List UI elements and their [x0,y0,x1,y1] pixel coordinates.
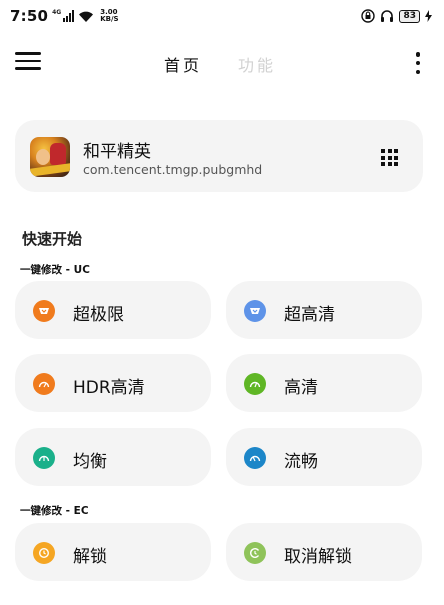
speed-unit: KB/S [100,15,119,23]
smooth-button[interactable]: 流畅 [226,428,422,486]
top-nav: 首页 功能 [0,44,444,80]
extreme-label: 超极限 [73,305,124,325]
game-app-icon [30,137,70,177]
unlock-icon [33,542,55,564]
ultra-hd-label: 超高清 [284,305,335,325]
gauge-icon [244,447,266,469]
cancel-unlock-icon [244,542,266,564]
clock: 7:50 [10,7,49,25]
tab-home[interactable]: 首页 [164,52,202,76]
gauge-icon [33,373,55,395]
app-package: com.tencent.tmgp.pubgmhd [83,162,263,177]
menu-icon[interactable] [15,52,41,72]
signal-icon: 4G [52,9,75,22]
hd-button[interactable]: 高清 [226,354,422,412]
unlock-button[interactable]: 解锁 [15,523,211,581]
ultra-hd-icon [244,300,266,322]
balanced-label: 均衡 [73,452,107,472]
app-selector-card[interactable]: 和平精英 com.tencent.tmgp.pubgmhd [15,120,423,192]
hdr-hd-label: HDR高清 [73,378,145,398]
status-bar: 7:50 4G 3.00 KB/S 83 [0,0,444,32]
cancel-unlock-button[interactable]: 取消解锁 [226,523,422,581]
charging-icon [425,10,432,22]
lock-rotation-icon [361,9,376,23]
group-label-ec: 一键修改 - EC [20,505,89,517]
wifi-icon [79,11,94,22]
balanced-button[interactable]: 均衡 [15,428,211,486]
gauge-icon [244,373,266,395]
extreme-button[interactable]: 超极限 [15,281,211,339]
cancel-unlock-label: 取消解锁 [284,547,352,567]
hdr-hd-button[interactable]: HDR高清 [15,354,211,412]
network-type: 4G [52,9,62,16]
tab-features[interactable]: 功能 [238,52,276,76]
unlock-label: 解锁 [73,547,107,567]
ultra-hd-button[interactable]: 超高清 [226,281,422,339]
smooth-label: 流畅 [284,452,318,472]
app-name: 和平精英 [83,142,151,162]
section-title: 快速开始 [22,230,83,248]
status-left: 7:50 4G 3.00 KB/S [10,7,119,25]
app-grid-icon[interactable] [381,149,398,166]
battery-indicator: 83 [399,9,420,23]
network-speed: 3.00 KB/S [100,9,118,23]
status-right: 83 [361,9,432,23]
hd-label: 高清 [284,378,318,398]
headphones-icon [381,10,394,22]
extreme-icon [33,300,55,322]
more-options-icon[interactable] [414,52,422,74]
group-label-uc: 一键修改 - UC [20,264,90,276]
gauge-icon [33,447,55,469]
